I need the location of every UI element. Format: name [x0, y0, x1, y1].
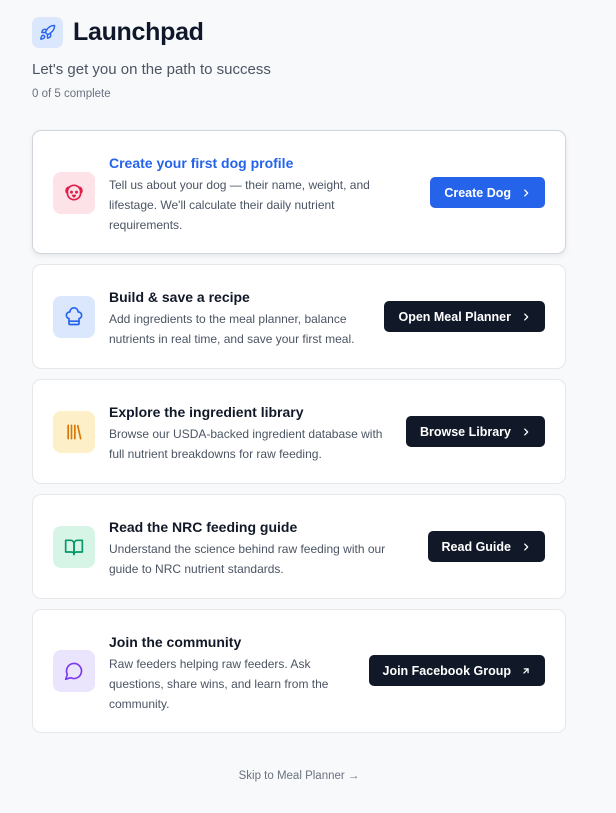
- step-title: Read the NRC feeding guide: [109, 519, 298, 535]
- chevron-right-icon: [521, 427, 531, 437]
- open-meal-planner-button[interactable]: Open Meal Planner: [384, 301, 545, 332]
- step-description: Browse our USDA-backed ingredient databa…: [109, 424, 382, 464]
- step-description-line: Browse our USDA-backed ingredient databa…: [109, 427, 383, 441]
- step-description-line: community.: [109, 697, 170, 711]
- chevron-right-icon: [521, 542, 531, 552]
- title-row: Launchpad: [32, 17, 204, 48]
- page-subtitle: Let's get you on the path to success: [32, 61, 271, 78]
- step-title: Build & save a recipe: [109, 289, 250, 305]
- skip-to-meal-planner-link[interactable]: Skip to Meal Planner →: [0, 770, 598, 782]
- step-description-line: full nutrient breakdowns for raw feeding…: [109, 447, 322, 461]
- step-description-line: requirements.: [109, 218, 183, 232]
- step-description: Raw feeders helping raw feeders. Ask que…: [109, 654, 328, 714]
- rocket-icon: [32, 17, 63, 48]
- step-card-community: Join the community Raw feeders helping r…: [32, 609, 566, 733]
- chevron-right-icon: [521, 188, 531, 198]
- browse-library-button[interactable]: Browse Library: [405, 416, 545, 447]
- step-card-create-dog: Create your first dog profile Tell us ab…: [32, 130, 566, 254]
- step-card-nrc-guide: Read the NRC feeding guide Understand th…: [32, 494, 566, 599]
- chevron-right-icon: [521, 312, 531, 322]
- step-card-recipe: Build & save a recipe Add ingredients to…: [32, 264, 566, 369]
- step-card-library: Explore the ingredient library Browse ou…: [32, 379, 566, 484]
- step-description: Add ingredients to the meal planner, bal…: [109, 309, 354, 349]
- library-icon: [53, 411, 95, 453]
- join-facebook-group-button[interactable]: Join Facebook Group: [368, 655, 545, 686]
- dog-icon: [53, 172, 95, 214]
- progress-text: 0 of 5 complete: [32, 88, 111, 100]
- step-title: Join the community: [109, 634, 242, 650]
- step-description-line: Raw feeders helping raw feeders. Ask: [109, 657, 311, 671]
- step-title: Create your first dog profile: [109, 155, 294, 171]
- step-description-line: nutrients in real time, and save your fi…: [109, 332, 355, 346]
- step-description: Understand the science behind raw feedin…: [109, 539, 385, 579]
- chef-hat-icon: [53, 296, 95, 338]
- button-label: Read Guide: [441, 539, 511, 554]
- step-title: Explore the ingredient library: [109, 404, 304, 420]
- button-label: Join Facebook Group: [382, 663, 512, 678]
- book-open-icon: [53, 526, 95, 568]
- step-description-line: lifestage. We'll calculate their daily n…: [109, 198, 335, 212]
- page-title: Launchpad: [73, 18, 204, 46]
- create-dog-button[interactable]: Create Dog: [430, 177, 545, 208]
- step-description-line: questions, share wins, and learn from th…: [109, 677, 329, 691]
- step-description-line: guide to NRC nutrient standards.: [109, 562, 284, 576]
- step-description: Tell us about your dog — their name, wei…: [109, 175, 370, 235]
- button-label: Open Meal Planner: [398, 309, 511, 324]
- read-guide-button[interactable]: Read Guide: [427, 531, 545, 562]
- step-description-line: Add ingredients to the meal planner, bal…: [109, 312, 347, 326]
- button-label: Create Dog: [444, 185, 511, 200]
- header: Launchpad: [32, 17, 204, 48]
- step-description-line: Tell us about your dog — their name, wei…: [109, 178, 370, 192]
- external-arrow-icon: [521, 666, 531, 676]
- message-circle-icon: [53, 650, 95, 692]
- button-label: Browse Library: [419, 424, 511, 439]
- step-description-line: Understand the science behind raw feedin…: [109, 542, 386, 556]
